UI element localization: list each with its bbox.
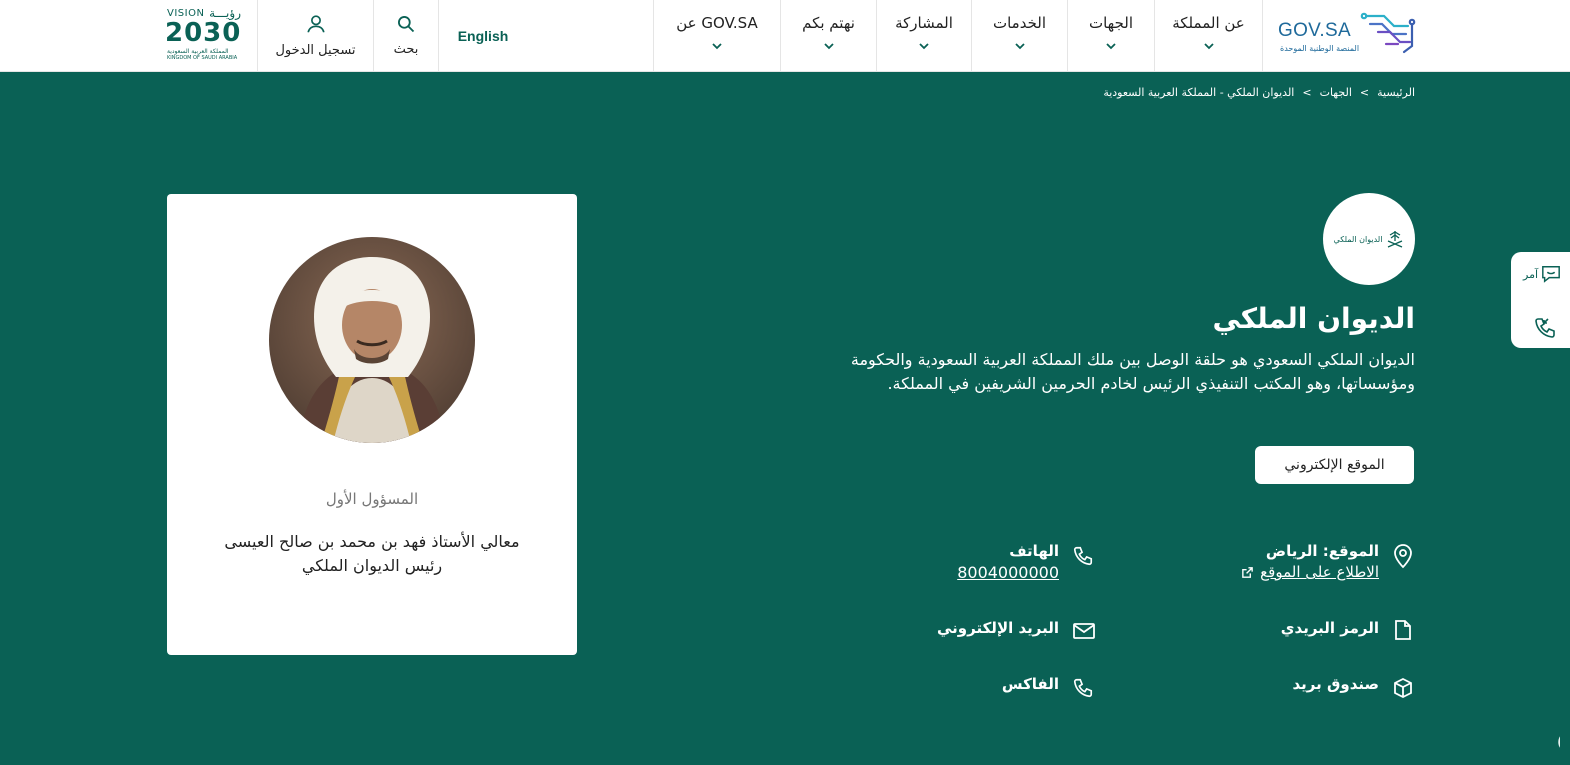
email-label: البريد الإلكتروني (937, 619, 1059, 637)
govsa-logo-sub: المنصة الوطنية الموحدة (1280, 44, 1360, 53)
official-name-line1: معالي الأستاذ فهد بن محمد بن صالح العيسى (224, 532, 520, 551)
box-icon (1393, 677, 1413, 703)
chat-icon (1542, 266, 1560, 283)
side-help-widget: آمر (1511, 252, 1570, 348)
phone-icon (1072, 545, 1094, 571)
vision-2030-logo[interactable]: VISION رؤيـــة 2030 المملكة العربية السع… (165, 6, 245, 62)
vision-logo-sub-ar: المملكة العربية السعودية (167, 48, 229, 55)
phone-label: الهاتف (1009, 542, 1059, 560)
nav-label: الخدمات (992, 14, 1047, 32)
nav-entities[interactable]: الجهات (1067, 0, 1154, 71)
official-card: المسؤول الأول معالي الأستاذ فهد بن محمد … (167, 194, 577, 655)
entity-description: الديوان الملكي السعودي هو حلقة الوصل بين… (850, 350, 1415, 393)
po-box-label: صندوق بريد (1292, 675, 1380, 693)
language-toggle[interactable]: English (439, 0, 527, 71)
view-location-label: الاطلاع على الموقع (1260, 563, 1379, 581)
breadcrumb-current: الديوان الملكي - المملكة العربية السعودي… (1103, 86, 1295, 99)
breadcrumb: الرئيسية > الجهات > الديوان الملكي - الم… (1103, 86, 1415, 99)
vision-logo-sub-en: KINGDOM OF SAUDI ARABIA (167, 55, 238, 61)
govsa-logo-text: GOV.SA (1278, 20, 1351, 41)
nav-participation[interactable]: المشاركة (876, 0, 971, 71)
callback-button[interactable] (1533, 316, 1557, 344)
search-icon (396, 14, 416, 38)
login-button[interactable]: تسجيل الدخول (257, 0, 373, 71)
breadcrumb-separator: > (1359, 86, 1370, 99)
official-role: المسؤول الأول (325, 490, 419, 508)
entity-logo: الديوان الملكي (1323, 193, 1415, 285)
phone-number-link[interactable]: 8004000000 (957, 563, 1059, 582)
chevron-down-icon (1203, 36, 1214, 54)
chevron-down-icon (712, 36, 722, 54)
breadcrumb-separator: > (1302, 86, 1312, 99)
document-icon (1394, 619, 1412, 645)
nav-about-kingdom[interactable]: عن المملكة (1154, 0, 1263, 71)
postal-code-block: الرمز البريدي (1281, 619, 1379, 637)
official-title-line2: رئيس الديوان الملكي (301, 556, 443, 575)
location-label: الموقع: الرياض (1265, 542, 1379, 560)
search-button[interactable]: بحث (373, 0, 439, 71)
phone-block: الهاتف 8004000000 (957, 542, 1059, 582)
external-link-icon (1242, 566, 1254, 578)
chevron-down-icon (1106, 36, 1116, 54)
nav-label: عن المملكة (1172, 14, 1245, 32)
nav-label: عن GOV.SA (676, 14, 758, 32)
nav-services[interactable]: الخدمات (971, 0, 1067, 71)
location-pin-icon (1392, 543, 1414, 573)
fax-block: الفاكس (1002, 675, 1059, 693)
nav-label: الجهات (1088, 14, 1134, 32)
palm-swords-emblem-icon (1388, 231, 1403, 248)
po-box-block: صندوق بريد (1293, 675, 1380, 693)
chat-widget-button[interactable]: آمر (1523, 264, 1562, 284)
nav-label: المشاركة (895, 14, 953, 32)
fax-icon (1072, 677, 1094, 703)
nav-label: نهتم بكم (802, 14, 855, 32)
breadcrumb-entities[interactable]: الجهات (1320, 86, 1352, 99)
nav-we-care[interactable]: نهتم بكم (780, 0, 876, 71)
official-name: معالي الأستاذ فهد بن محمد بن صالح العيسى… (167, 530, 577, 578)
nav-about-govsa[interactable]: عن GOV.SA (653, 0, 780, 71)
postal-code-label: الرمز البريدي (1280, 619, 1379, 637)
official-photo (269, 237, 475, 443)
chevron-down-icon (1014, 36, 1025, 54)
page-title: الديوان الملكي (1212, 302, 1415, 335)
location-block: الموقع: الرياض الاطلاع على الموقع (1241, 542, 1379, 581)
search-label: بحث (393, 42, 419, 57)
chevron-down-icon (823, 36, 834, 54)
chevron-down-icon (919, 36, 929, 54)
phone-callback-icon (1535, 318, 1555, 338)
user-icon (305, 13, 327, 39)
roya-watermark-logo: رؤيت (1430, 698, 1570, 765)
svg-text:رؤيت: رؤيت (1555, 705, 1560, 762)
site-header: VISION رؤيـــة 2030 المملكة العربية السع… (0, 0, 1570, 72)
website-button[interactable]: الموقع الإلكتروني (1255, 446, 1414, 484)
chat-widget-label: آمر (1523, 267, 1539, 281)
entity-logo-text: الديوان الملكي (1333, 234, 1383, 244)
view-location-link[interactable]: الاطلاع على الموقع (1241, 563, 1379, 581)
email-block: البريد الإلكتروني (937, 619, 1059, 637)
vision-logo-year: 2030 (165, 18, 242, 48)
govsa-logo[interactable]: GOV.SA المنصة الوطنية الموحدة (1276, 8, 1418, 64)
breadcrumb-home[interactable]: الرئيسية (1377, 86, 1415, 99)
login-label: تسجيل الدخول (275, 43, 356, 58)
mail-icon (1072, 621, 1096, 645)
fax-label: الفاكس (1001, 675, 1059, 693)
govsa-circuit-icon (1360, 12, 1416, 54)
